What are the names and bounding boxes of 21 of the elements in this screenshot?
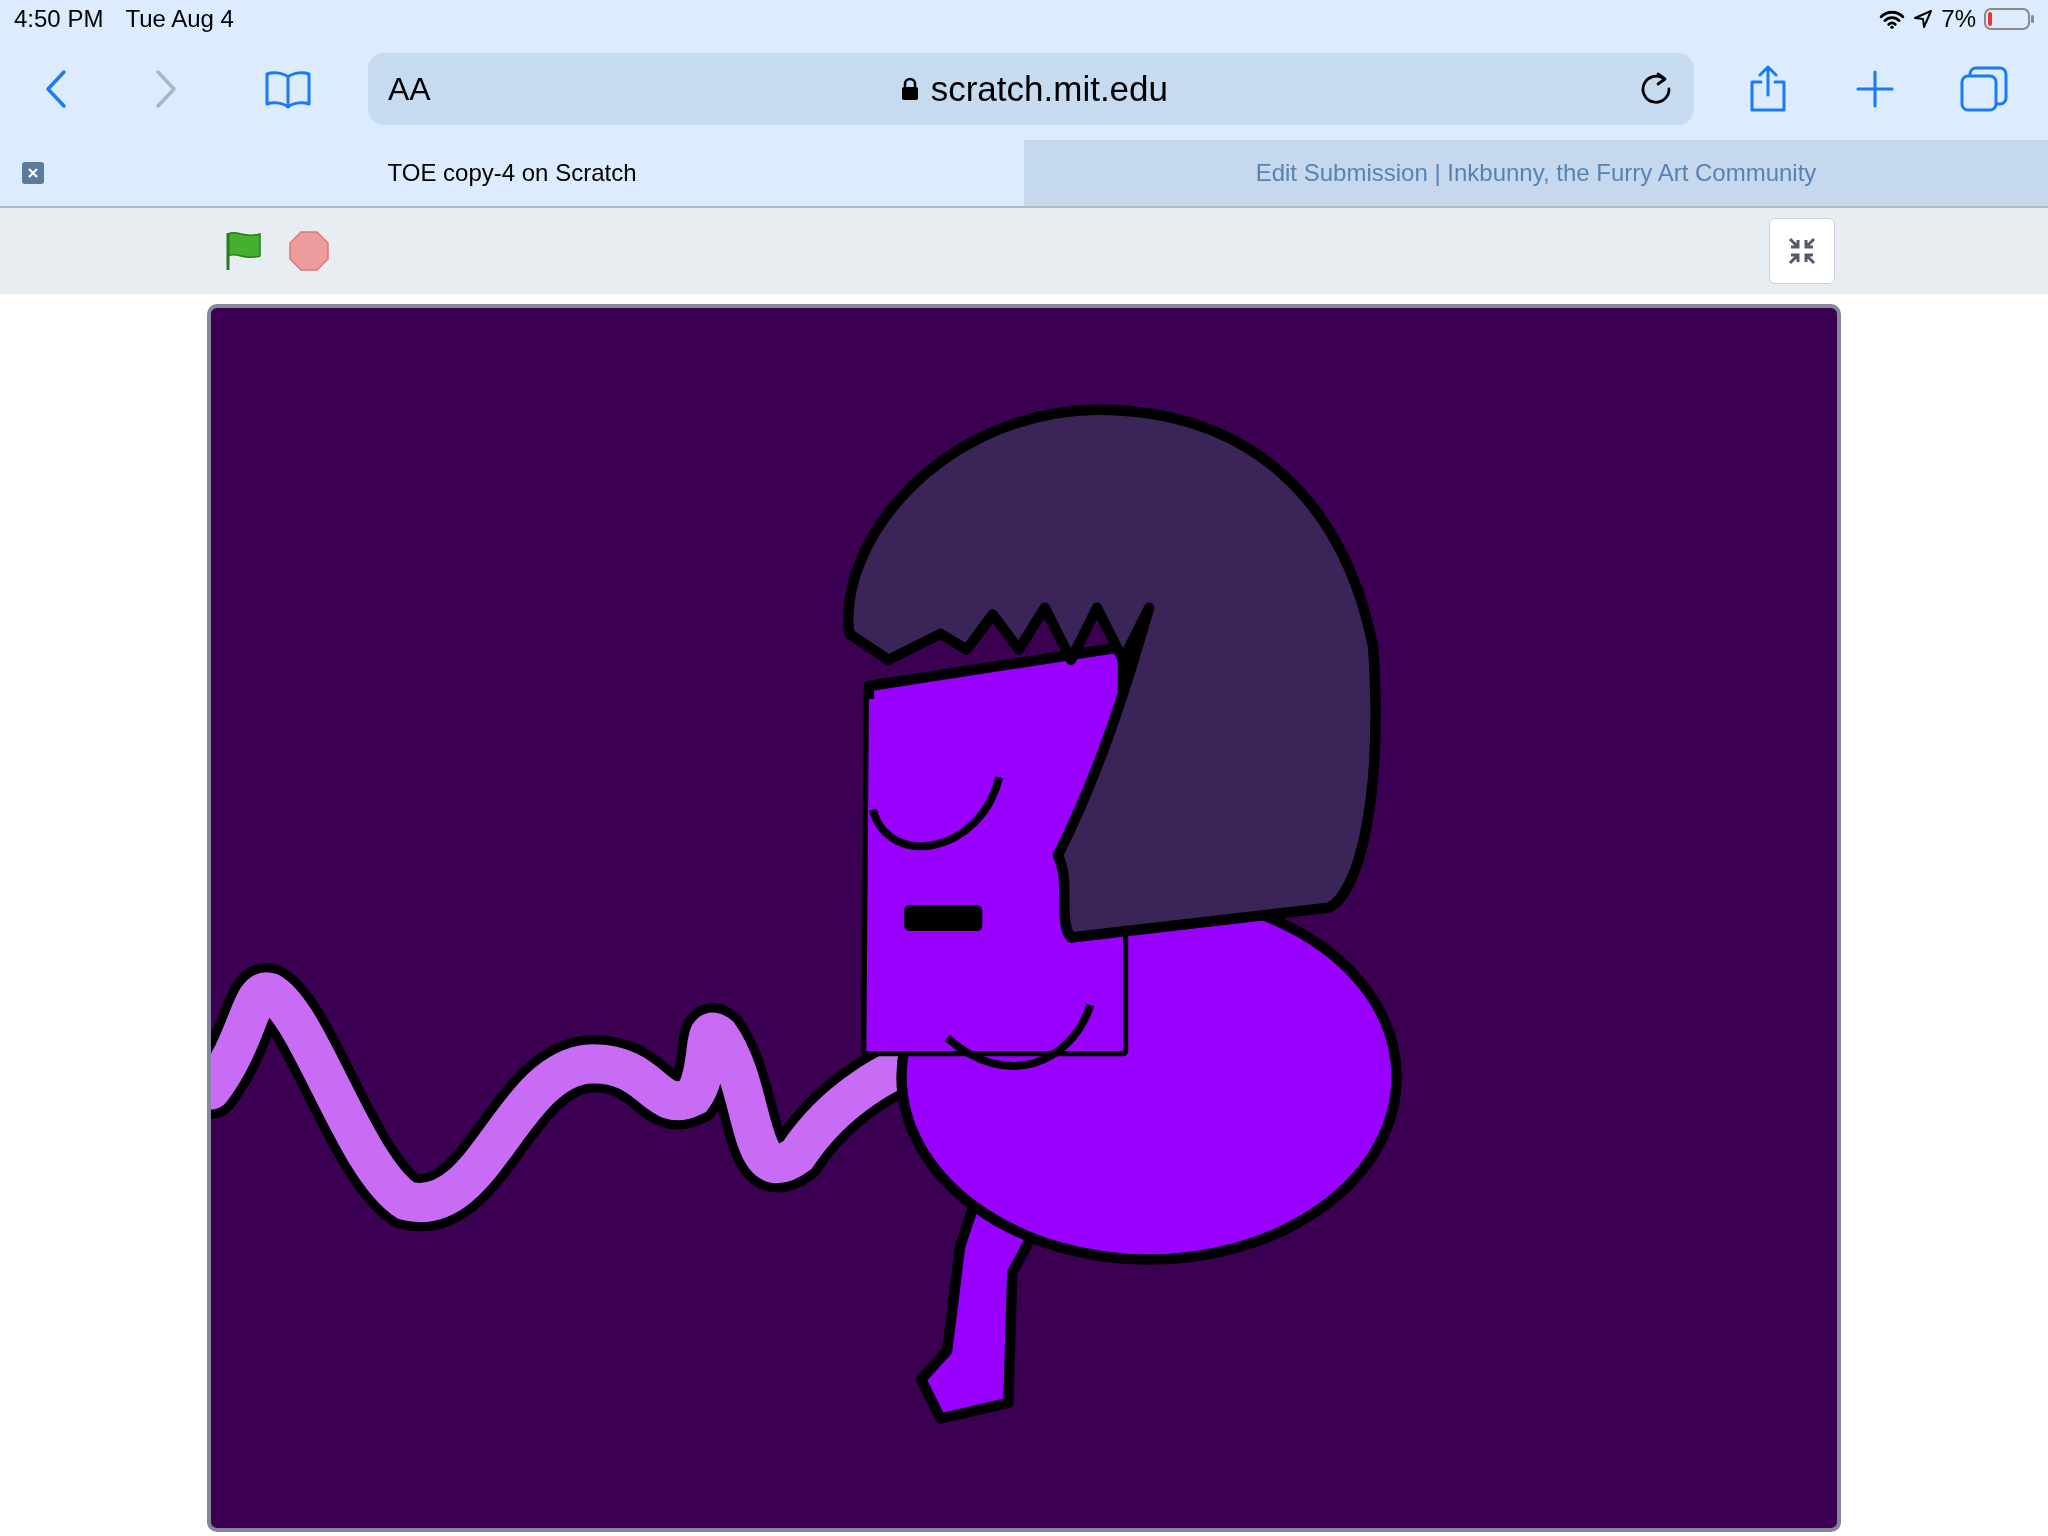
battery-icon xyxy=(1984,8,2034,30)
battery-percentage: 7% xyxy=(1941,5,1976,33)
forward-icon[interactable] xyxy=(154,69,178,109)
wifi-icon xyxy=(1879,9,1906,29)
reader-button[interactable]: AA xyxy=(388,70,431,108)
shrink-arrows-icon xyxy=(1787,236,1817,266)
book-icon[interactable] xyxy=(264,69,312,109)
status-time: 4:50 PM xyxy=(14,5,104,33)
new-tab-icon[interactable] xyxy=(1856,70,1894,108)
address-bar[interactable]: AA scratch.mit.edu xyxy=(368,53,1694,125)
stop-icon[interactable] xyxy=(288,230,330,272)
back-icon[interactable] xyxy=(44,69,68,109)
location-icon xyxy=(1913,9,1934,29)
close-icon[interactable] xyxy=(22,162,44,184)
exit-fullscreen-button[interactable] xyxy=(1769,218,1835,284)
url-text: scratch.mit.edu xyxy=(930,69,1168,109)
lock-icon xyxy=(900,77,919,101)
status-date: Tue Aug 4 xyxy=(125,5,234,33)
share-icon[interactable] xyxy=(1748,65,1788,113)
tabs-icon[interactable] xyxy=(1960,66,2008,112)
browser-tab[interactable]: TOE copy-4 on Scratch xyxy=(0,140,1024,206)
